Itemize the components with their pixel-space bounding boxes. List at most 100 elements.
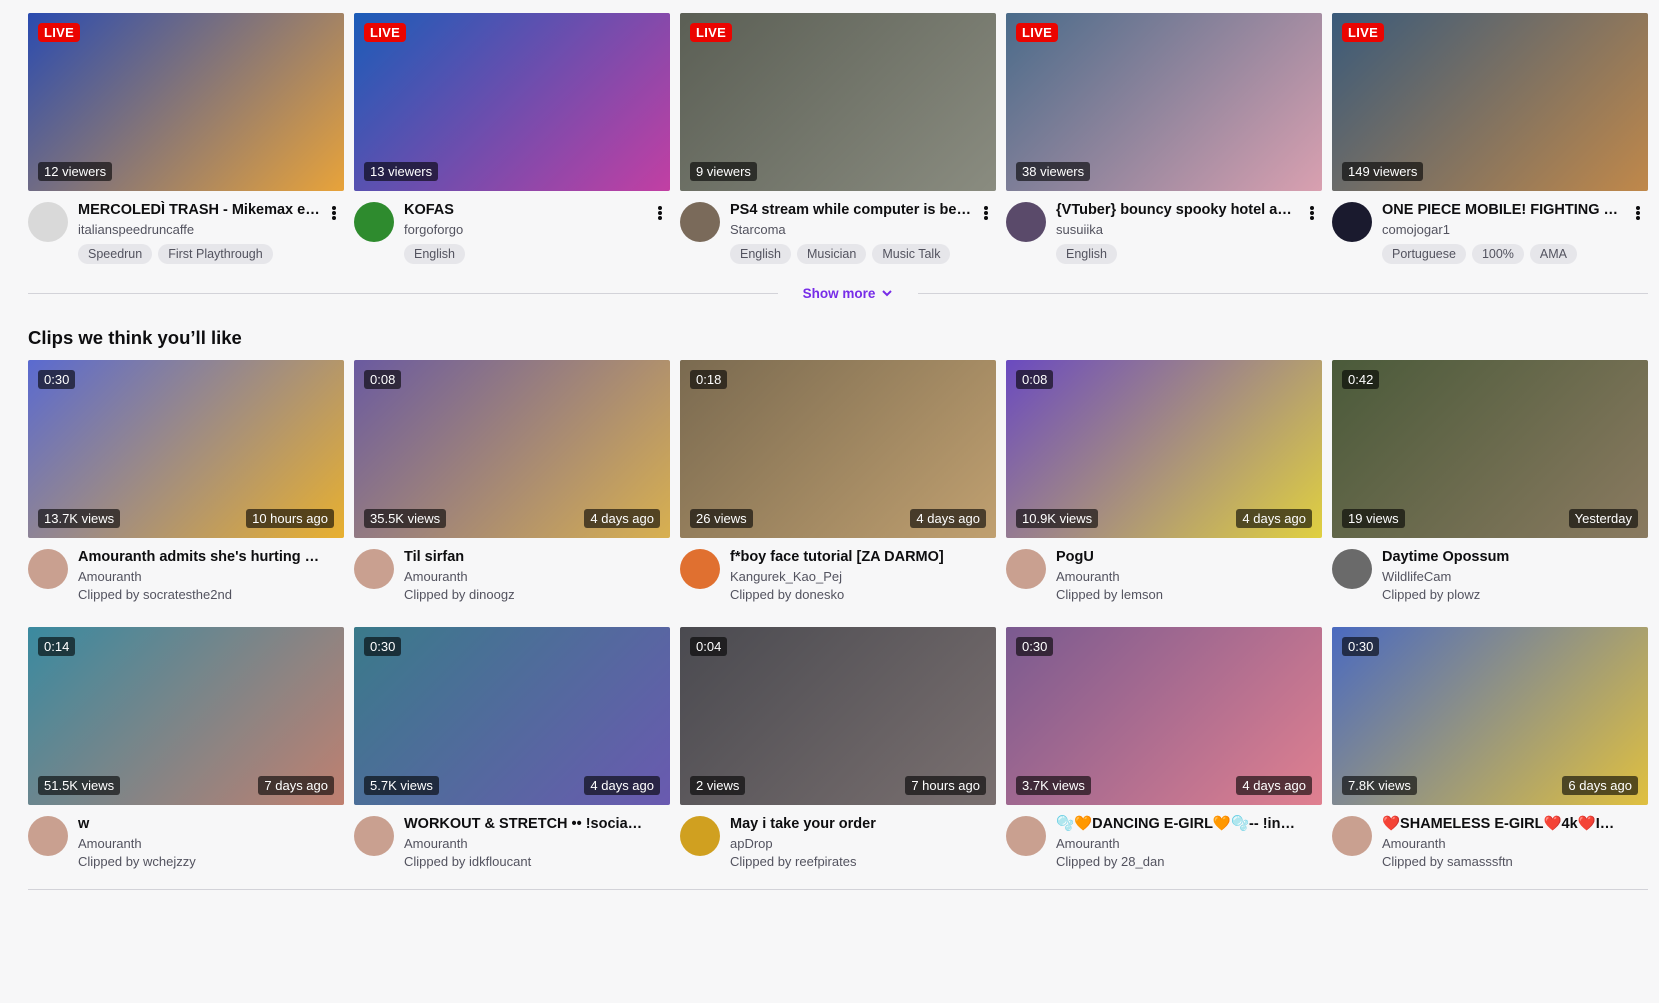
clip-card[interactable]: 0:30 3.7K views 4 days ago 🫧🧡DANCING E-G…: [1006, 627, 1322, 871]
clipped-by[interactable]: Clipped by dinoogz: [404, 586, 646, 604]
stream-title[interactable]: {VTuber} bouncy spooky hotel ad...: [1056, 201, 1298, 219]
channel-name[interactable]: apDrop: [730, 835, 972, 852]
channel-name[interactable]: comojogar1: [1382, 221, 1624, 238]
more-options-icon[interactable]: [328, 203, 340, 223]
clip-title[interactable]: Daytime Opossum: [1382, 548, 1624, 566]
tag-pill[interactable]: Music Talk: [872, 244, 951, 264]
clip-thumbnail[interactable]: 0:42 19 views Yesterday: [1332, 360, 1648, 538]
tag-pill[interactable]: 100%: [1471, 244, 1524, 264]
avatar[interactable]: [1006, 202, 1046, 242]
clip-title[interactable]: w: [78, 815, 320, 833]
clip-thumbnail[interactable]: 0:08 10.9K views 4 days ago: [1006, 360, 1322, 538]
tag-pill[interactable]: Musician: [797, 244, 867, 264]
clipped-by[interactable]: Clipped by reefpirates: [730, 853, 972, 871]
channel-name[interactable]: Amouranth: [404, 568, 646, 585]
avatar[interactable]: [354, 549, 394, 589]
avatar[interactable]: [354, 816, 394, 856]
live-stream-card[interactable]: LIVE 38 viewers {VTuber} bouncy spooky h…: [1006, 13, 1322, 264]
avatar[interactable]: [1332, 202, 1372, 242]
avatar[interactable]: [28, 202, 68, 242]
clip-card[interactable]: 0:30 7.8K views 6 days ago ❤️SHAMELESS E…: [1332, 627, 1648, 871]
clipped-by[interactable]: Clipped by samasssftn: [1382, 853, 1624, 871]
clip-card[interactable]: 0:14 51.5K views 7 days ago w Amouranth …: [28, 627, 344, 871]
stream-thumbnail[interactable]: LIVE 38 viewers: [1006, 13, 1322, 191]
channel-name[interactable]: Amouranth: [1056, 568, 1298, 585]
stream-title[interactable]: KOFAS: [404, 201, 646, 219]
avatar[interactable]: [680, 202, 720, 242]
clipped-by[interactable]: Clipped by wchejzzy: [78, 853, 320, 871]
clip-card[interactable]: 0:18 26 views 4 days ago f*boy face tuto…: [680, 360, 996, 604]
clipped-by[interactable]: Clipped by 28_dan: [1056, 853, 1298, 871]
clip-title[interactable]: WORKOUT & STRETCH •• !social •• !i...: [404, 815, 646, 833]
channel-name[interactable]: Kangurek_Kao_Pej: [730, 568, 972, 585]
channel-name[interactable]: italianspeedruncaffe: [78, 221, 320, 238]
clip-title[interactable]: f*boy face tutorial [ZA DARMO]: [730, 548, 972, 566]
tag-pill[interactable]: English: [730, 244, 791, 264]
tag-pill[interactable]: English: [1056, 244, 1117, 264]
clip-card[interactable]: 0:04 2 views 7 hours ago May i take your…: [680, 627, 996, 871]
more-options-icon[interactable]: [654, 203, 666, 223]
clipped-by[interactable]: Clipped by lemson: [1056, 586, 1298, 604]
clip-title[interactable]: 🫧🧡DANCING E-GIRL🧡🫧-- !insta...: [1056, 815, 1298, 833]
channel-name[interactable]: Amouranth: [78, 568, 320, 585]
stream-title[interactable]: ONE PIECE MOBILE! FIGHTING PA...: [1382, 201, 1624, 219]
avatar[interactable]: [680, 549, 720, 589]
clipped-by[interactable]: Clipped by donesko: [730, 586, 972, 604]
avatar[interactable]: [354, 202, 394, 242]
live-stream-card[interactable]: LIVE 9 viewers PS4 stream while computer…: [680, 13, 996, 264]
channel-name[interactable]: Amouranth: [404, 835, 646, 852]
channel-name[interactable]: forgoforgo: [404, 221, 646, 238]
avatar[interactable]: [28, 549, 68, 589]
channel-name[interactable]: Amouranth: [1382, 835, 1624, 852]
avatar[interactable]: [1332, 816, 1372, 856]
channel-name[interactable]: Amouranth: [78, 835, 320, 852]
more-options-icon[interactable]: [1632, 203, 1644, 223]
tag-pill[interactable]: First Playthrough: [158, 244, 273, 264]
channel-name[interactable]: Amouranth: [1056, 835, 1298, 852]
stream-thumbnail[interactable]: LIVE 9 viewers: [680, 13, 996, 191]
stream-thumbnail[interactable]: LIVE 12 viewers: [28, 13, 344, 191]
clip-thumbnail[interactable]: 0:30 13.7K views 10 hours ago: [28, 360, 344, 538]
tag-pill[interactable]: Portuguese: [1382, 244, 1466, 264]
channel-name[interactable]: WildlifeCam: [1382, 568, 1624, 585]
channel-name[interactable]: Starcoma: [730, 221, 972, 238]
more-options-icon[interactable]: [980, 203, 992, 223]
clip-card[interactable]: 0:08 10.9K views 4 days ago PogU Amouran…: [1006, 360, 1322, 604]
avatar[interactable]: [1332, 549, 1372, 589]
tag-pill[interactable]: AMA: [1529, 244, 1578, 264]
avatar[interactable]: [1006, 816, 1046, 856]
clip-card[interactable]: 0:30 13.7K views 10 hours ago Amouranth …: [28, 360, 344, 604]
clip-title[interactable]: Amouranth admits she's hurting ad re...: [78, 548, 320, 566]
clipped-by[interactable]: Clipped by socratesthe2nd: [78, 586, 320, 604]
avatar[interactable]: [1006, 549, 1046, 589]
clip-thumbnail[interactable]: 0:30 5.7K views 4 days ago: [354, 627, 670, 805]
clip-card[interactable]: 0:08 35.5K views 4 days ago Til sirfan A…: [354, 360, 670, 604]
show-more-button[interactable]: Show more: [788, 283, 908, 303]
clip-title[interactable]: Til sirfan: [404, 548, 646, 566]
section-title[interactable]: Clips we think you’ll like: [28, 327, 242, 349]
stream-title[interactable]: MERCOLEDÌ TRASH - Mikemax e ...: [78, 201, 320, 219]
clip-title[interactable]: May i take your order: [730, 815, 972, 833]
more-options-icon[interactable]: [1306, 203, 1318, 223]
clip-thumbnail[interactable]: 0:18 26 views 4 days ago: [680, 360, 996, 538]
stream-thumbnail[interactable]: LIVE 149 viewers: [1332, 13, 1648, 191]
clip-thumbnail[interactable]: 0:04 2 views 7 hours ago: [680, 627, 996, 805]
tag-pill[interactable]: Speedrun: [78, 244, 153, 264]
clip-title[interactable]: PogU: [1056, 548, 1298, 566]
avatar[interactable]: [28, 816, 68, 856]
clip-thumbnail[interactable]: 0:30 3.7K views 4 days ago: [1006, 627, 1322, 805]
clip-thumbnail[interactable]: 0:30 7.8K views 6 days ago: [1332, 627, 1648, 805]
clipped-by[interactable]: Clipped by idkfloucant: [404, 853, 646, 871]
channel-name[interactable]: susuiika: [1056, 221, 1298, 238]
clip-thumbnail[interactable]: 0:08 35.5K views 4 days ago: [354, 360, 670, 538]
live-stream-card[interactable]: LIVE 149 viewers ONE PIECE MOBILE! FIGHT…: [1332, 13, 1648, 264]
live-stream-card[interactable]: LIVE 12 viewers MERCOLEDÌ TRASH - Mikema…: [28, 13, 344, 264]
tag-pill[interactable]: English: [404, 244, 465, 264]
clip-card[interactable]: 0:42 19 views Yesterday Daytime Opossum …: [1332, 360, 1648, 604]
stream-title[interactable]: PS4 stream while computer is bei...: [730, 201, 972, 219]
clip-thumbnail[interactable]: 0:14 51.5K views 7 days ago: [28, 627, 344, 805]
stream-thumbnail[interactable]: LIVE 13 viewers: [354, 13, 670, 191]
live-stream-card[interactable]: LIVE 13 viewers KOFAS forgoforgo English: [354, 13, 670, 264]
clip-card[interactable]: 0:30 5.7K views 4 days ago WORKOUT & STR…: [354, 627, 670, 871]
clip-title[interactable]: ❤️SHAMELESS E-GIRL❤️4k❤️IG: am...: [1382, 815, 1624, 833]
